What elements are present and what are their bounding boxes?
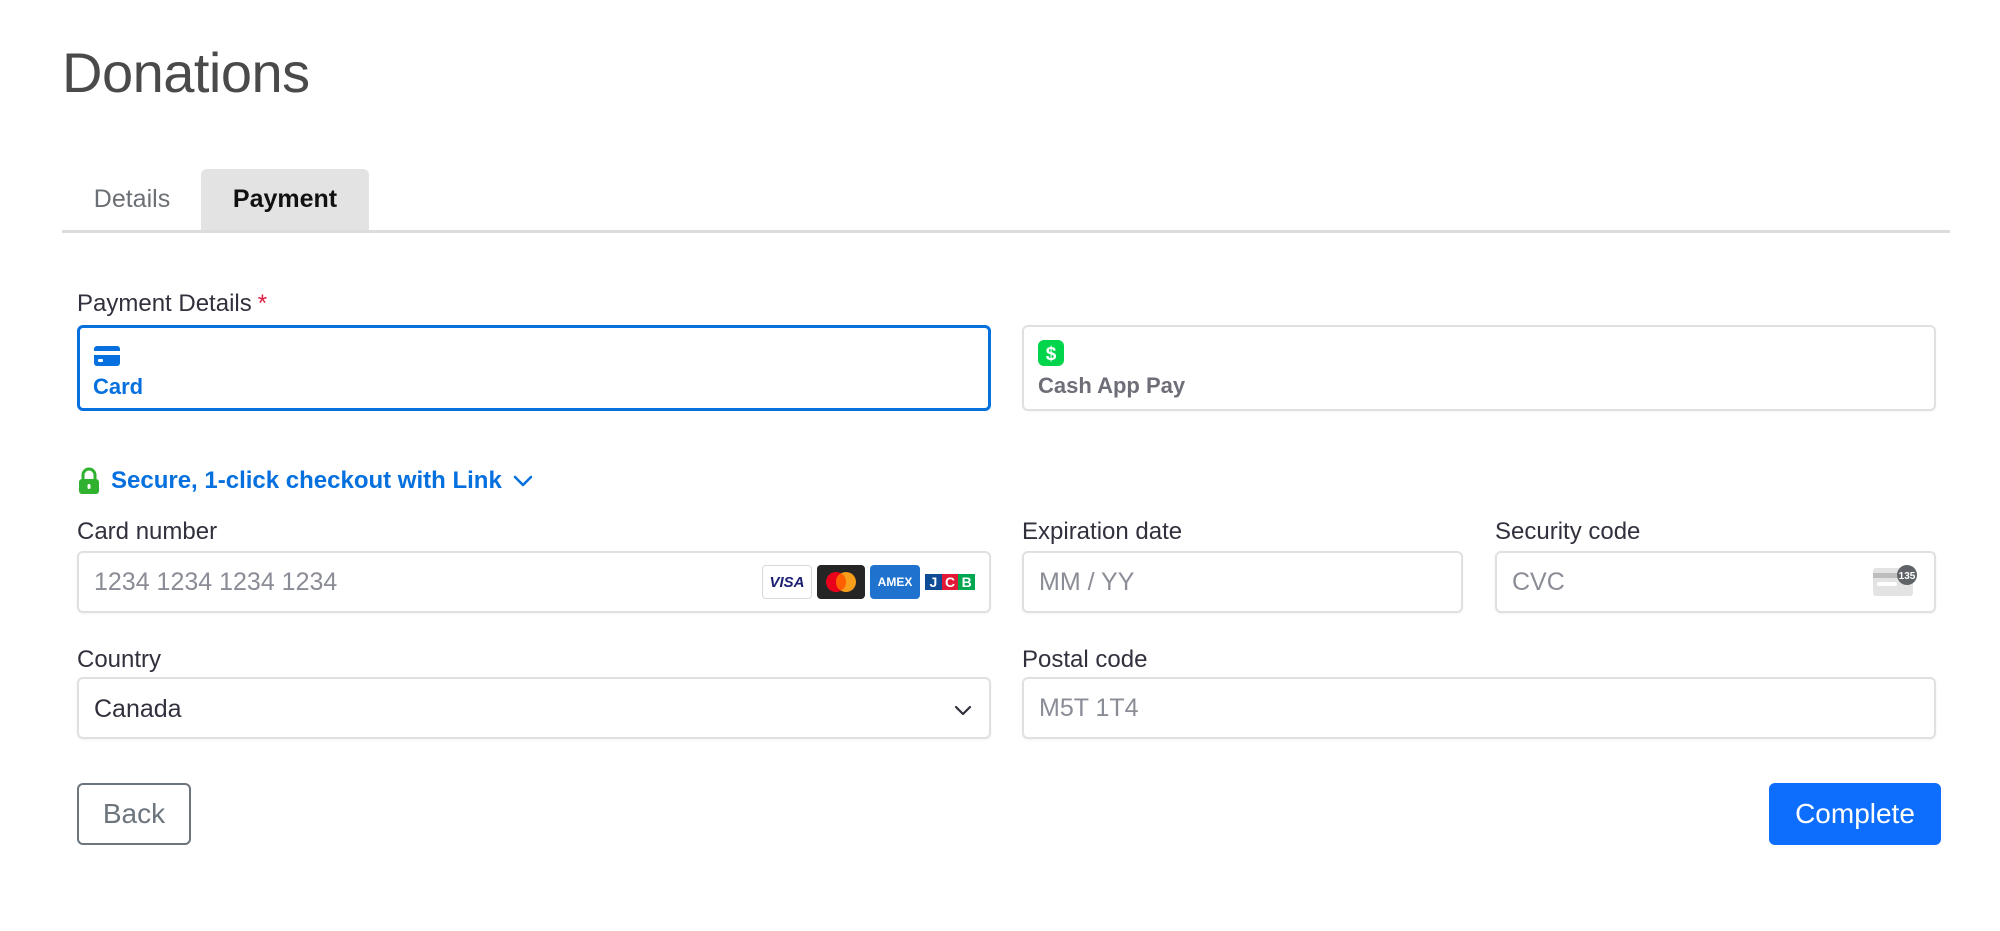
country-label: Country — [77, 646, 162, 673]
svg-text:$: $ — [1046, 344, 1057, 365]
lock-icon — [79, 467, 99, 494]
link-checkout-toggle[interactable]: Secure, 1-click checkout with Link — [77, 465, 535, 497]
cvc-card-icon: 135 — [1873, 565, 1917, 596]
expiration-field — [1022, 551, 1463, 613]
link-checkout-text: Secure, 1-click checkout with Link — [111, 467, 502, 494]
tab-bar: Details Payment — [62, 169, 1950, 233]
tab-details[interactable]: Details — [62, 169, 202, 230]
security-code-label: Security code — [1495, 518, 1641, 545]
payment-method-cash-app[interactable]: $ Cash App Pay — [1022, 325, 1936, 411]
complete-button[interactable]: Complete — [1769, 783, 1941, 845]
expiration-input[interactable] — [1024, 553, 1461, 611]
chevron-down-icon — [513, 475, 533, 487]
cvc-badge-text: 135 — [1899, 571, 1916, 582]
tab-payment[interactable]: Payment — [201, 169, 369, 230]
country-select[interactable]: Canada — [77, 677, 991, 739]
security-code-input[interactable] — [1497, 553, 1934, 611]
card-number-label: Card number — [77, 518, 218, 545]
jcb-icon: JCB — [925, 565, 975, 599]
expiration-label: Expiration date — [1022, 518, 1183, 545]
required-mark: * — [257, 290, 268, 317]
credit-card-icon — [94, 346, 120, 366]
postal-code-label: Postal code — [1022, 646, 1148, 673]
payment-method-cash-app-label: Cash App Pay — [1038, 373, 1186, 398]
payment-method-card-label: Card — [93, 374, 144, 399]
payment-method-card[interactable]: Card — [77, 325, 991, 411]
visa-icon: VISA — [762, 565, 812, 599]
page-title: Donations — [62, 41, 310, 104]
country-value: Canada — [94, 695, 182, 723]
payment-details-label: Payment Details * — [77, 290, 268, 317]
amex-icon: AMEX — [870, 565, 920, 599]
back-button[interactable]: Back — [77, 783, 191, 845]
postal-code-field — [1022, 677, 1936, 739]
card-brands: VISA AMEX JCB — [762, 565, 975, 599]
cash-app-icon: $ — [1038, 340, 1064, 366]
card-number-field: VISA AMEX JCB — [77, 551, 991, 613]
chevron-down-icon — [954, 705, 972, 716]
postal-code-input[interactable] — [1024, 679, 1934, 737]
security-code-field: 135 — [1495, 551, 1936, 613]
mastercard-icon — [817, 565, 865, 599]
